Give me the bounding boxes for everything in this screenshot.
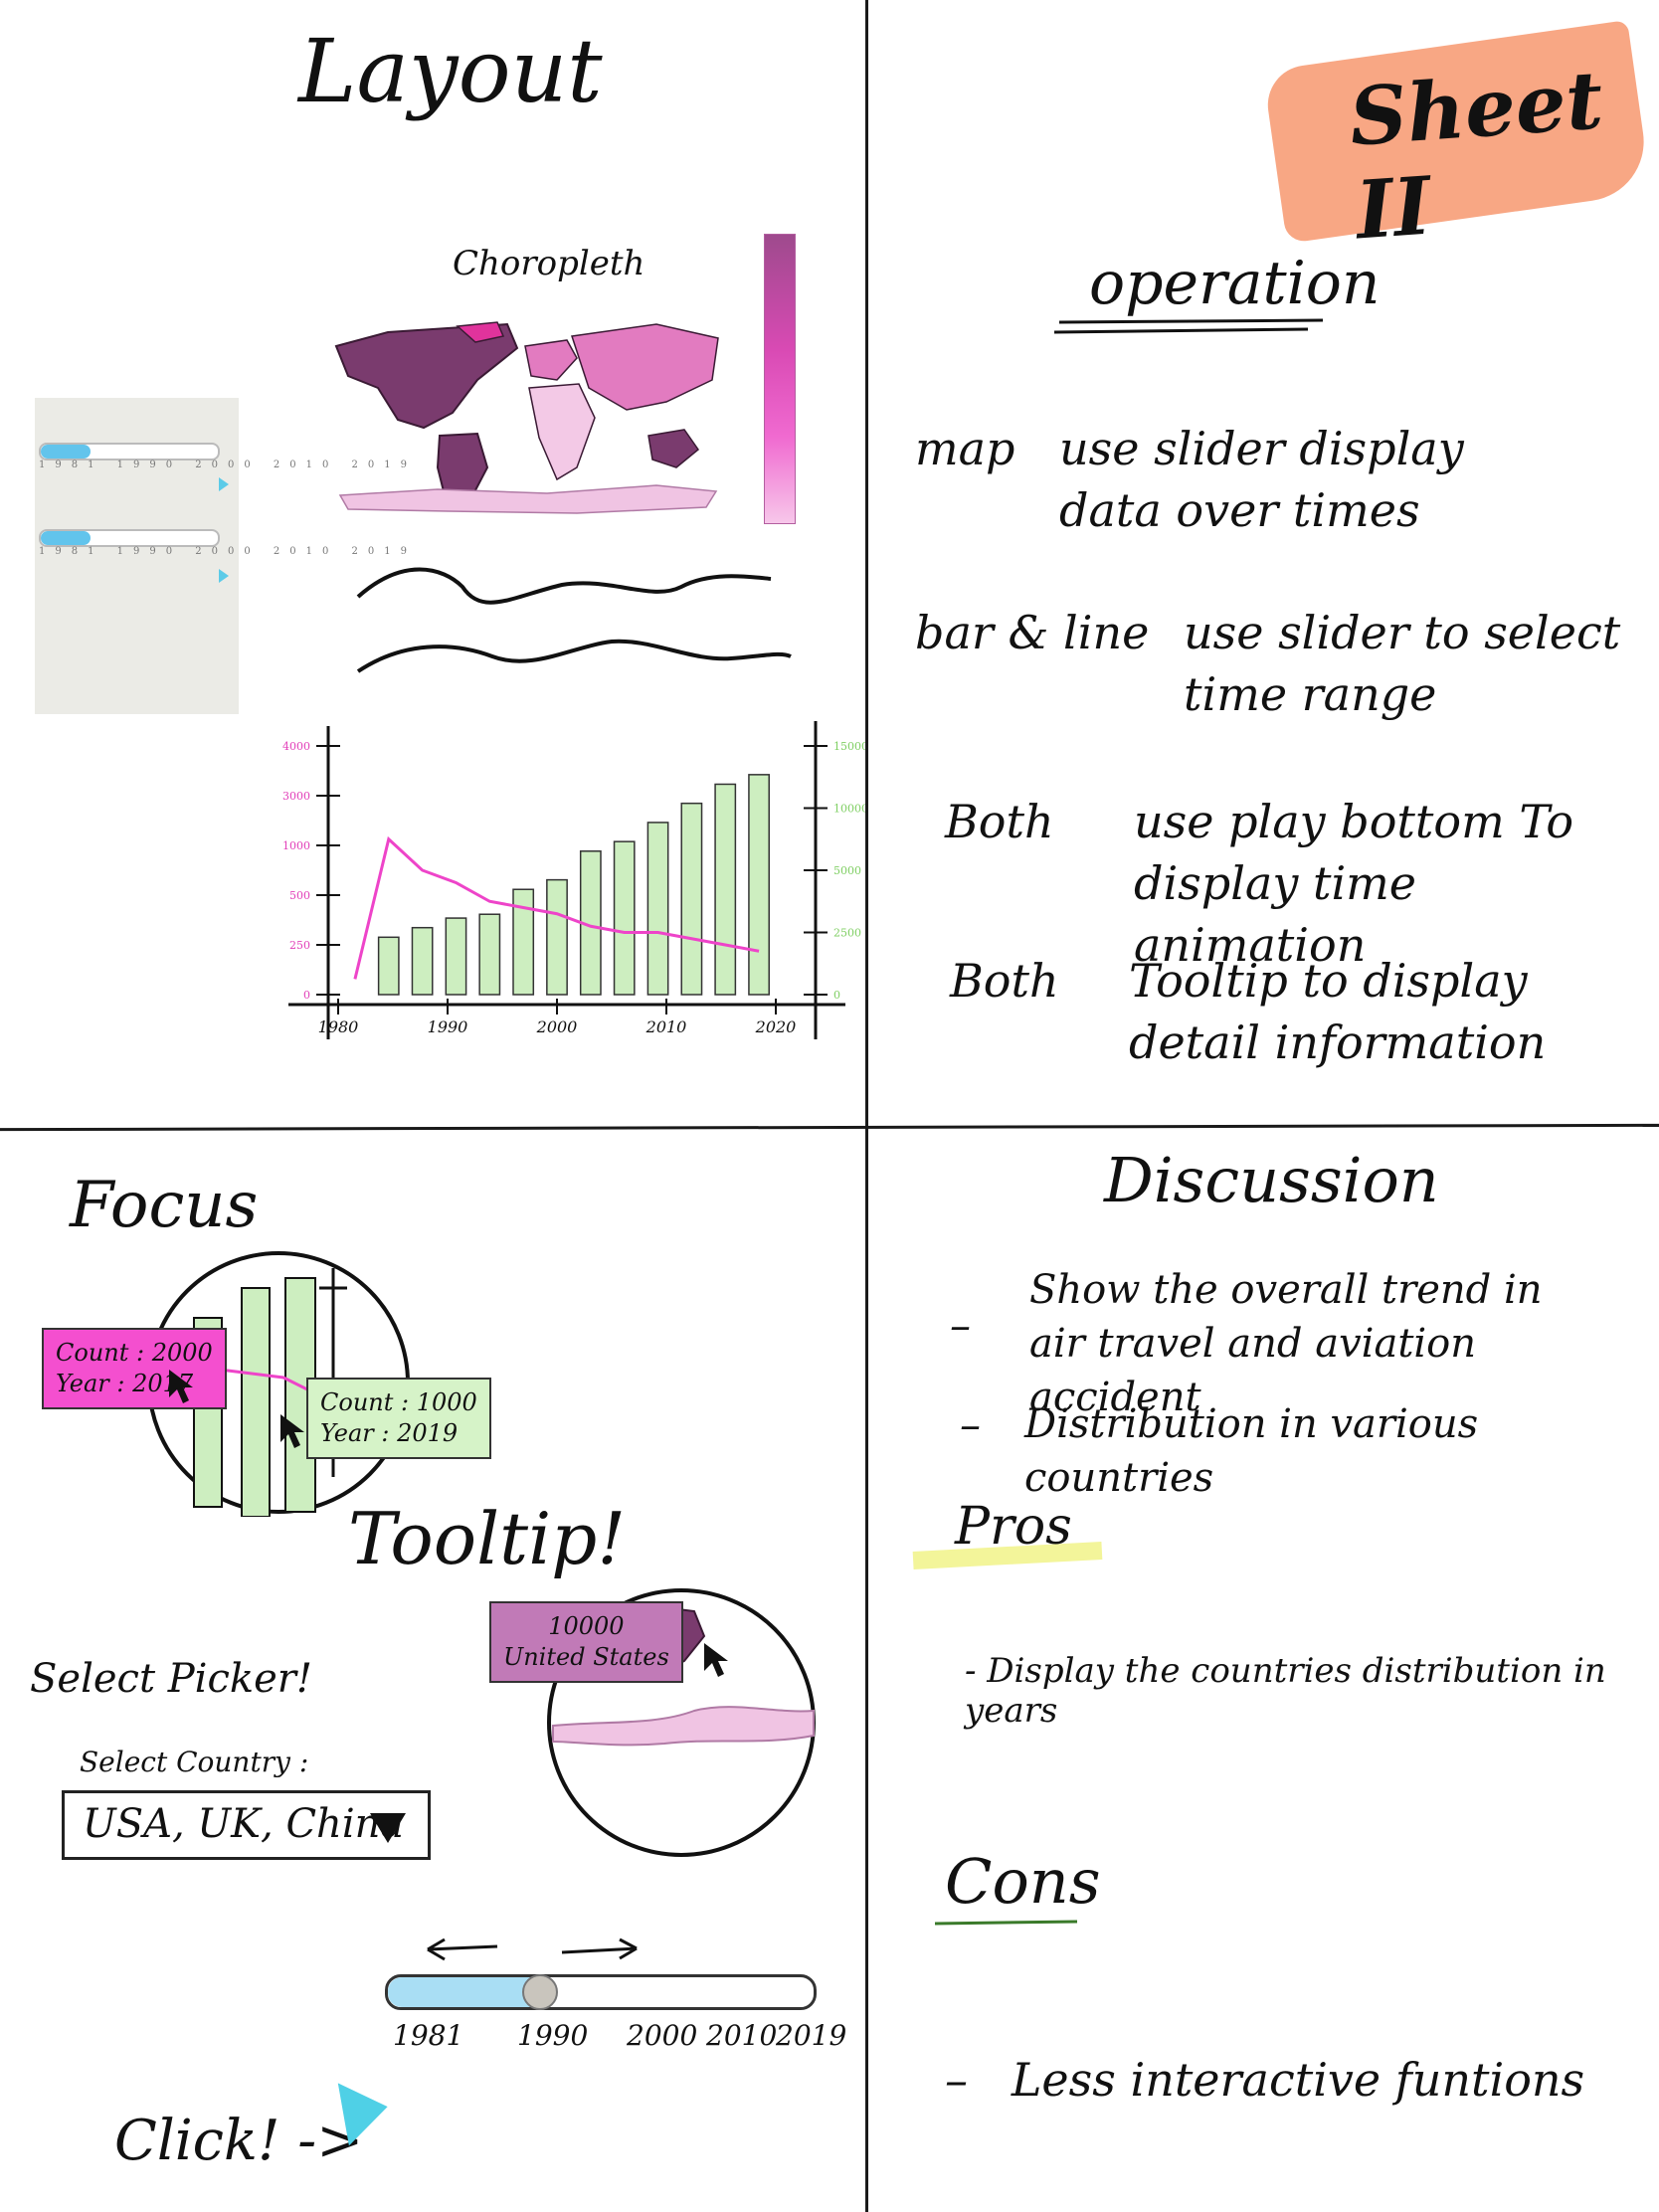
map-tooltip-country: United States [503, 1643, 669, 1672]
left-tick-label: 250 [289, 939, 310, 952]
tooltip2-year: Year : 2019 [320, 1419, 459, 1448]
cursor-icon [169, 1370, 193, 1403]
map-tooltip-value: 10000 [548, 1612, 625, 1640]
cons-item-text: Less interactive funtions [1011, 2053, 1585, 2107]
cons-title: Cons [945, 1845, 1101, 1918]
bar-line-chart: 4000300010005002500150001000050002500019… [282, 721, 865, 1039]
operation-underline [1054, 318, 1324, 334]
slider-tick: 1990 [517, 2019, 589, 2052]
mini-slider-1[interactable] [39, 443, 220, 461]
op-line1-text: use slider display data over times [1059, 422, 1464, 538]
asia-shape [571, 323, 719, 411]
op-line3-label: Both [945, 795, 1054, 848]
cons-underline [934, 1920, 1078, 1926]
australia-shape [647, 429, 700, 468]
slider-tick: 2010 [706, 2019, 778, 2052]
right-tick-label: 15000 [833, 740, 865, 753]
tooltip1-count: Count : 2000 [56, 1339, 213, 1367]
left-tick-label: 0 [303, 989, 310, 1002]
chart-bar [646, 822, 669, 996]
mini-slider-1-fill [41, 445, 91, 459]
sheet-label: Sheet II [1346, 53, 1606, 258]
op-line4-text: Tooltip to display detail information [1129, 954, 1547, 1070]
color-legend-bar [764, 234, 796, 524]
x-tick-label: 2020 [755, 1017, 797, 1036]
op-line4-label: Both [950, 954, 1059, 1008]
time-range-slider[interactable] [385, 1974, 817, 2010]
chart-bar [546, 878, 568, 996]
op-line1-label: map [915, 422, 1015, 475]
right-tick-label: 0 [833, 989, 840, 1002]
select-country-label: Select Country : [80, 1746, 309, 1778]
slider-panel: 1981 1990 2000 2010 2019 1981 1990 2000 … [35, 398, 407, 714]
click-label: Click! -> [114, 2109, 364, 2173]
left-tick-label: 3000 [282, 790, 310, 803]
time-range-fill [388, 1977, 537, 2007]
chart-bar [411, 926, 434, 996]
chart-bar [613, 840, 636, 996]
vertical-divider [865, 0, 868, 2212]
pros-item-text: Display the countries distribution in ye… [965, 1651, 1606, 1731]
discussion-bullet: – [960, 1400, 981, 1449]
op-line3-text: use play bottom To display time animatio… [1134, 795, 1574, 973]
europe-shape [524, 339, 578, 381]
mini-slider-1-ticks: 1981 1990 2000 2010 2019 [39, 460, 417, 470]
horizontal-divider [0, 1123, 1659, 1132]
x-tick-label: 2010 [645, 1017, 687, 1036]
choropleth-label: Choropleth [453, 244, 645, 283]
layout-title: Layout [298, 20, 603, 122]
focus-tooltip-magenta: Count : 2000 Year : 2017 [42, 1328, 227, 1410]
left-tick-label: 4000 [282, 740, 310, 753]
tooltip-label: Tooltip! [348, 1497, 627, 1580]
slider-handle[interactable] [522, 1974, 558, 2010]
select-picker-label: Select Picker! [30, 1656, 312, 1702]
cons-item: – Less interactive funtions [945, 2053, 1585, 2107]
wavy-lines-placeholder [356, 567, 792, 673]
op-line2-text: use slider to select time range [1184, 606, 1621, 722]
slider-tick: 1981 [393, 2019, 464, 2052]
x-tick-label: 1980 [318, 1017, 359, 1036]
slider-tick: 2019 [776, 2019, 847, 2052]
chevron-down-icon[interactable] [370, 1813, 406, 1843]
focus-tooltip-green: Count : 1000 Year : 2019 [306, 1378, 491, 1460]
mini-slider-2-ticks: 1981 1990 2000 2010 2019 [39, 546, 417, 557]
world-map-sketch [334, 321, 719, 514]
right-tick-label: 5000 [833, 864, 861, 877]
x-tick-label: 2000 [536, 1017, 578, 1036]
discussion-title: Discussion [1104, 1144, 1439, 1216]
tooltip2-count: Count : 1000 [320, 1388, 477, 1416]
mini-play-icon-2[interactable] [219, 569, 229, 583]
play-icon[interactable] [337, 2075, 394, 2146]
antarctica-shape [338, 484, 718, 514]
right-tick-label: 2500 [833, 927, 861, 940]
discussion-bullet: – [950, 1301, 971, 1350]
cursor-icon [704, 1643, 728, 1677]
pros-title: Pros [955, 1497, 1072, 1557]
country-select[interactable]: USA, UK, China [62, 1790, 431, 1860]
pros-item: - Display the countries distribution in … [965, 1651, 1606, 1731]
slider-tick: 2000 [627, 2019, 698, 2052]
mini-slider-2[interactable] [39, 529, 220, 547]
mini-slider-2-fill [41, 531, 91, 545]
cursor-icon [280, 1414, 304, 1448]
left-tick-label: 1000 [282, 839, 310, 852]
chart-bar [445, 917, 467, 996]
chart-bar [377, 936, 400, 996]
map-tooltip: 10000 United States [489, 1601, 683, 1684]
chart-bar [714, 783, 737, 996]
mini-play-icon-1[interactable] [219, 477, 229, 491]
chart-bar [748, 774, 770, 996]
chart-bar [680, 802, 703, 996]
op-line2-label: bar & line [915, 606, 1150, 659]
discussion-item2: Distribution in various countries [1024, 1401, 1479, 1501]
focus-title: Focus [70, 1169, 259, 1242]
africa-shape [528, 383, 596, 481]
x-tick-label: 1990 [428, 1017, 468, 1036]
slider-drag-arrows [427, 1937, 638, 1961]
left-tick-label: 500 [289, 889, 310, 902]
operation-title: operation [1089, 249, 1381, 318]
chart-bar [478, 913, 501, 996]
right-tick-label: 10000 [833, 803, 865, 816]
country-select-value: USA, UK, China [83, 1801, 405, 1847]
